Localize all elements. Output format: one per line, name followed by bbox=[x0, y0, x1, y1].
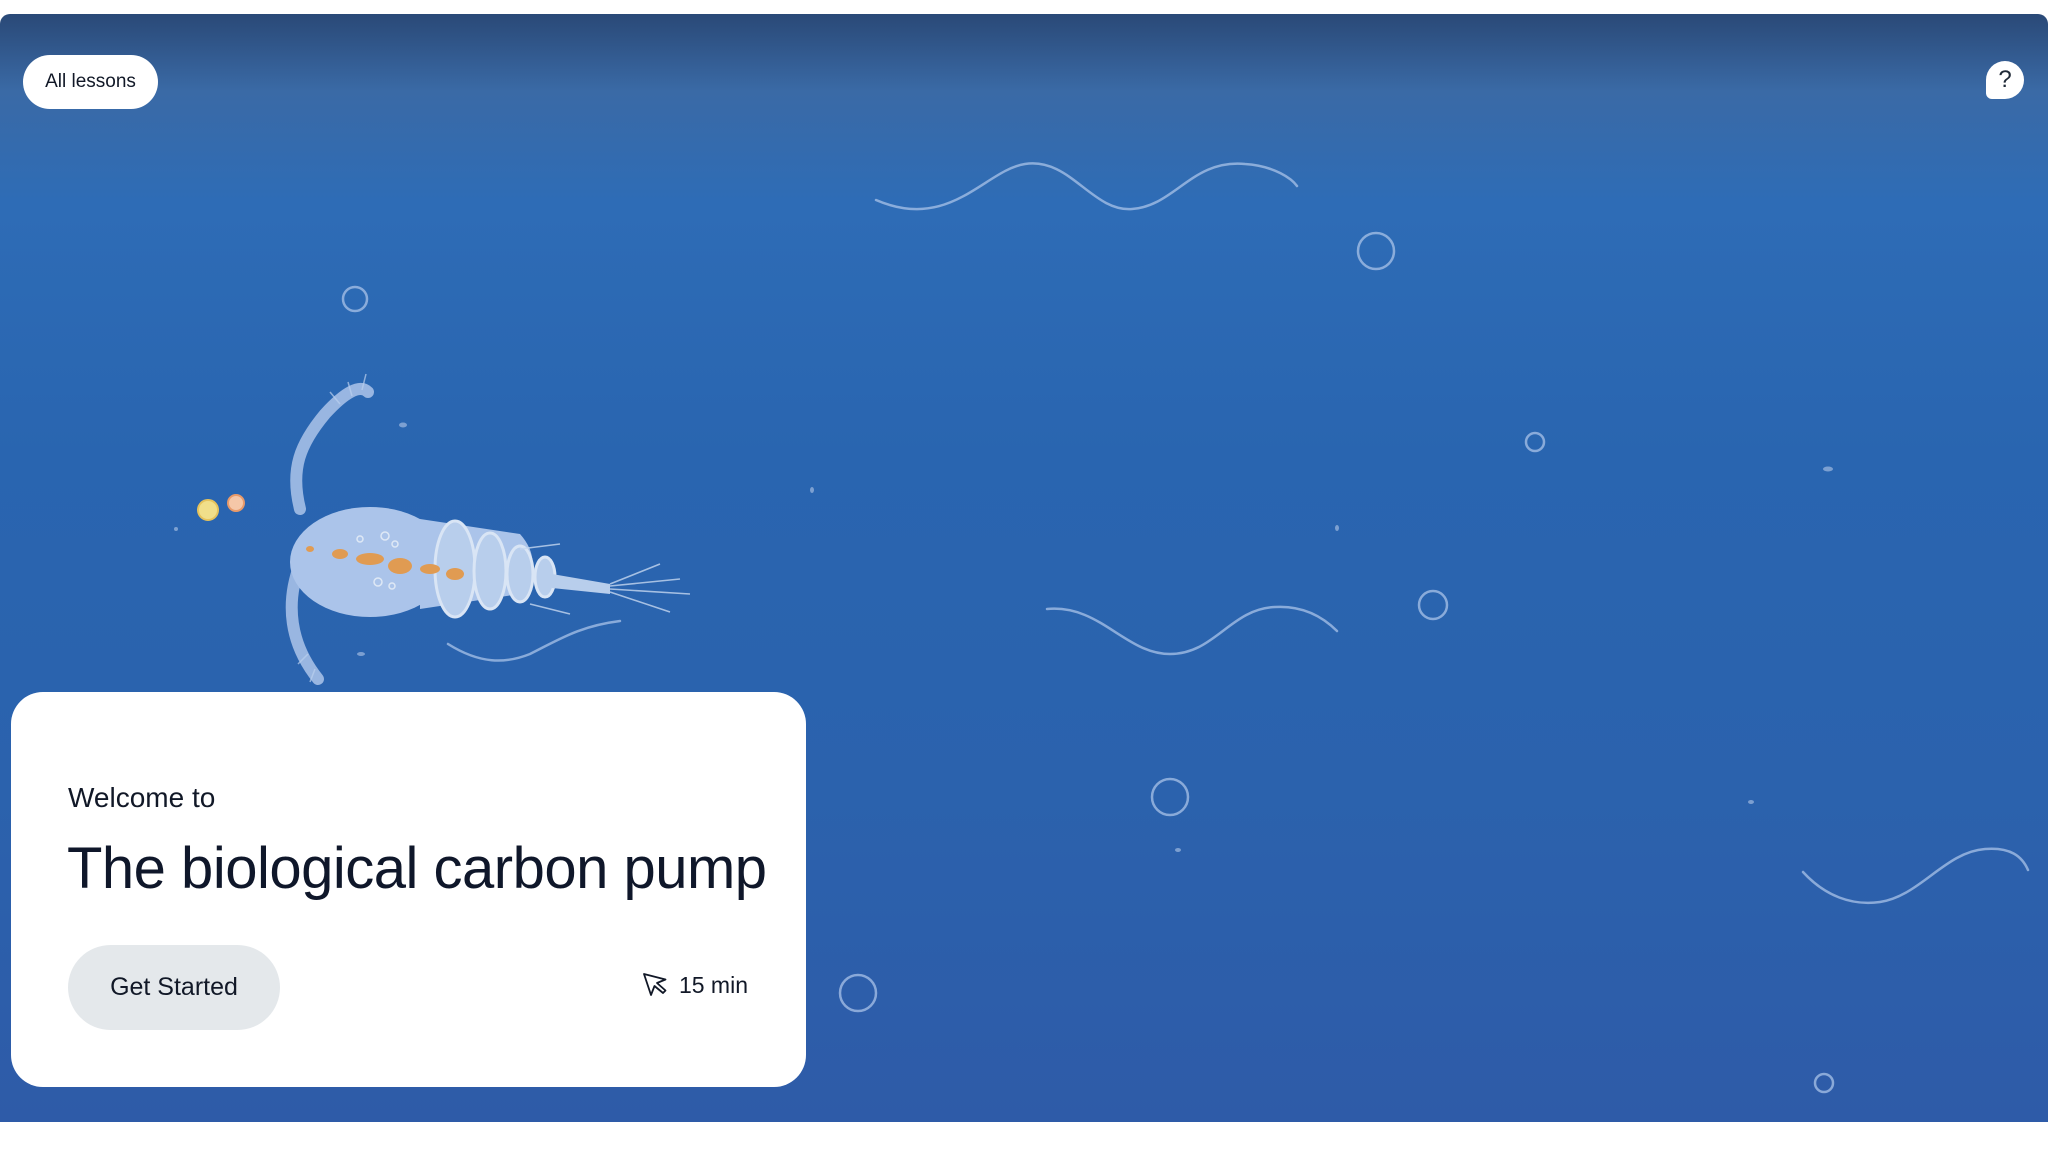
wave-line bbox=[1801, 847, 2030, 905]
help-icon: ? bbox=[1998, 66, 2012, 93]
food-particle bbox=[227, 494, 245, 512]
duration-text: 15 min bbox=[678, 971, 748, 998]
get-started-button[interactable]: Get Started bbox=[68, 945, 280, 1030]
bubble bbox=[838, 973, 878, 1013]
help-button[interactable]: ? bbox=[1986, 61, 2024, 99]
bubble bbox=[1356, 231, 1396, 271]
particle bbox=[357, 652, 365, 656]
particle bbox=[1748, 800, 1754, 804]
particle bbox=[399, 422, 407, 428]
copepod-illustration bbox=[285, 373, 691, 685]
wave-line bbox=[446, 619, 622, 662]
lesson-duration: 15 min bbox=[641, 971, 748, 999]
bubble bbox=[341, 285, 369, 313]
particle bbox=[810, 487, 814, 493]
food-particle bbox=[197, 499, 219, 521]
wave-line bbox=[874, 162, 1299, 211]
bubble bbox=[1813, 1072, 1835, 1094]
lesson-title: The biological carbon pump bbox=[67, 836, 767, 901]
lesson-intro-card: Welcome to The biological carbon pump Ge… bbox=[11, 692, 806, 1087]
particle bbox=[174, 527, 178, 531]
particle bbox=[1175, 848, 1181, 852]
bubble bbox=[1150, 777, 1190, 817]
wave-line bbox=[1045, 605, 1339, 656]
particle bbox=[1335, 525, 1339, 531]
cursor-pointer-icon bbox=[643, 973, 667, 996]
particle bbox=[1823, 466, 1833, 472]
bubble bbox=[1417, 589, 1449, 621]
welcome-text: Welcome to bbox=[68, 782, 216, 813]
bubble bbox=[1524, 431, 1546, 453]
all-lessons-button[interactable]: All lessons bbox=[23, 55, 158, 109]
